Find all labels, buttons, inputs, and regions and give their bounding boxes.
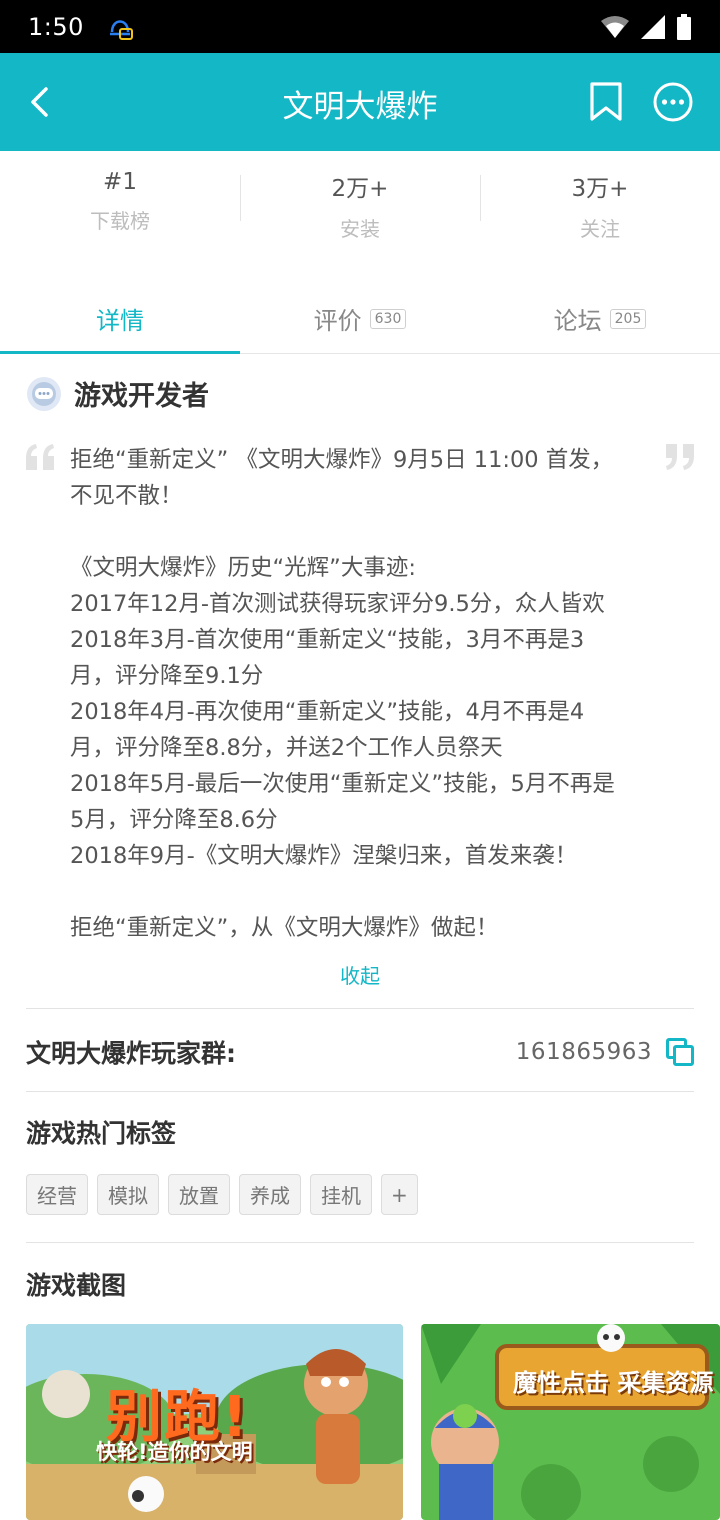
copy-icon[interactable] xyxy=(666,1038,694,1066)
description-line: 2018年3月-首次使用“重新定义“技能，3月不再是3 xyxy=(70,627,585,653)
stat-ranking[interactable]: #1 下载榜 xyxy=(0,151,240,271)
tab-label: 评价 xyxy=(313,307,362,335)
detail-tabs: 详情 评价 630 论坛 205 xyxy=(0,284,720,354)
stat-value: #1 xyxy=(103,169,137,195)
screenshots-title: 游戏截图 xyxy=(26,1271,127,1300)
battery-icon xyxy=(677,13,691,40)
tab-details[interactable]: 详情 xyxy=(0,284,240,354)
hot-tags-title: 游戏热门标签 xyxy=(26,1119,177,1148)
status-time: 1:50 xyxy=(28,12,84,41)
screenshot-2-image xyxy=(421,1324,720,1520)
stat-label: 下载榜 xyxy=(90,209,150,233)
more-options-icon[interactable] xyxy=(652,81,694,123)
hot-tags-list: 经营 模拟 放置 养成 挂机 + xyxy=(26,1174,418,1215)
collapse-link[interactable]: 收起 xyxy=(0,960,720,989)
tab-reviews[interactable]: 评价 630 xyxy=(240,284,480,353)
description-line: 月，评分降至9.1分 xyxy=(70,663,264,689)
tag-chip[interactable]: 挂机 xyxy=(310,1174,372,1215)
bookmark-icon[interactable] xyxy=(588,81,624,123)
game-stats: #1 下载榜 2万+ 安装 3万+ 关注 xyxy=(0,151,720,271)
description-line: 月，评分降至8.8分，并送2个工作人员祭天 xyxy=(70,735,503,761)
wifi-icon xyxy=(601,15,629,38)
stat-value: 2万+ xyxy=(331,176,389,202)
status-bar: 1:50 xyxy=(0,0,720,53)
developer-section-title: 游戏开发者 xyxy=(74,381,209,412)
tab-label: 论坛 xyxy=(553,307,602,335)
divider xyxy=(26,1091,694,1092)
description-line: 拒绝“重新定义”，从《文明大爆炸》做起！ xyxy=(70,915,499,941)
screenshot-thumbnail[interactable]: 别跑! 快轮!造你的文明 xyxy=(26,1324,403,1520)
description-blank-line xyxy=(70,514,660,550)
description-line: 拒绝“重新定义” 《文明大爆炸》9月5日 11:00 首发， xyxy=(70,447,614,473)
description-line: 《文明大爆炸》历史“光辉”大事迹: xyxy=(70,555,416,581)
stat-followers: 3万+ 关注 xyxy=(480,151,720,271)
tab-label: 详情 xyxy=(96,307,144,335)
description-line: 2018年9月-《文明大爆炸》涅槃归来，首发来袭！ xyxy=(70,843,578,869)
close-quote-icon xyxy=(666,444,694,470)
divider xyxy=(26,1242,694,1243)
description-line: 5月，评分降至8.6分 xyxy=(70,807,278,833)
description-line: 2017年12月-首次测试获得玩家评分9.5分，众人皆欢 xyxy=(70,591,605,617)
divider xyxy=(26,1008,694,1009)
tag-chip[interactable]: 养成 xyxy=(239,1174,301,1215)
tab-forum[interactable]: 论坛 205 xyxy=(480,284,720,353)
screenshot-thumbnail[interactable]: 魔性点击 采集资源 xyxy=(421,1324,720,1520)
open-quote-icon xyxy=(26,444,54,470)
forum-count-badge: 205 xyxy=(609,308,647,329)
status-icons xyxy=(600,13,692,40)
stat-label: 关注 xyxy=(580,217,620,241)
tag-chip[interactable]: 经营 xyxy=(26,1174,88,1215)
description-line: 2018年5月-最后一次使用“重新定义”技能，5月不再是 xyxy=(70,771,615,797)
review-count-badge: 630 xyxy=(369,308,407,329)
game-description: 拒绝“重新定义” 《文明大爆炸》9月5日 11:00 首发， 不见不散！ 《文明… xyxy=(70,442,660,946)
stat-value: 3万+ xyxy=(571,176,629,202)
developer-header: 游戏开发者 xyxy=(26,374,209,413)
stat-label: 安装 xyxy=(340,217,380,241)
player-group-label: 文明大爆炸玩家群: xyxy=(26,1039,236,1068)
description-line: 2018年4月-再次使用“重新定义”技能，4月不再是4 xyxy=(70,699,585,725)
tag-chip[interactable]: 放置 xyxy=(168,1174,230,1215)
notification-icon xyxy=(109,19,133,40)
tag-chip[interactable]: 模拟 xyxy=(97,1174,159,1215)
screenshot-2-title: 魔性点击 采集资源 xyxy=(513,1369,714,1397)
player-group-number: 161865963 xyxy=(515,1039,652,1065)
description-blank-line xyxy=(70,874,660,910)
screenshot-1-subtitle: 快轮!造你的文明 xyxy=(96,1440,253,1464)
description-line: 不见不散！ xyxy=(70,483,183,509)
add-tag-button[interactable]: + xyxy=(381,1174,418,1215)
stat-installs: 2万+ 安装 xyxy=(240,151,480,271)
app-bar: 文明大爆炸 xyxy=(0,53,720,151)
signal-icon xyxy=(641,14,665,39)
player-group-row: 文明大爆炸玩家群: 161865963 xyxy=(26,1030,694,1074)
developer-chat-icon xyxy=(27,376,61,411)
